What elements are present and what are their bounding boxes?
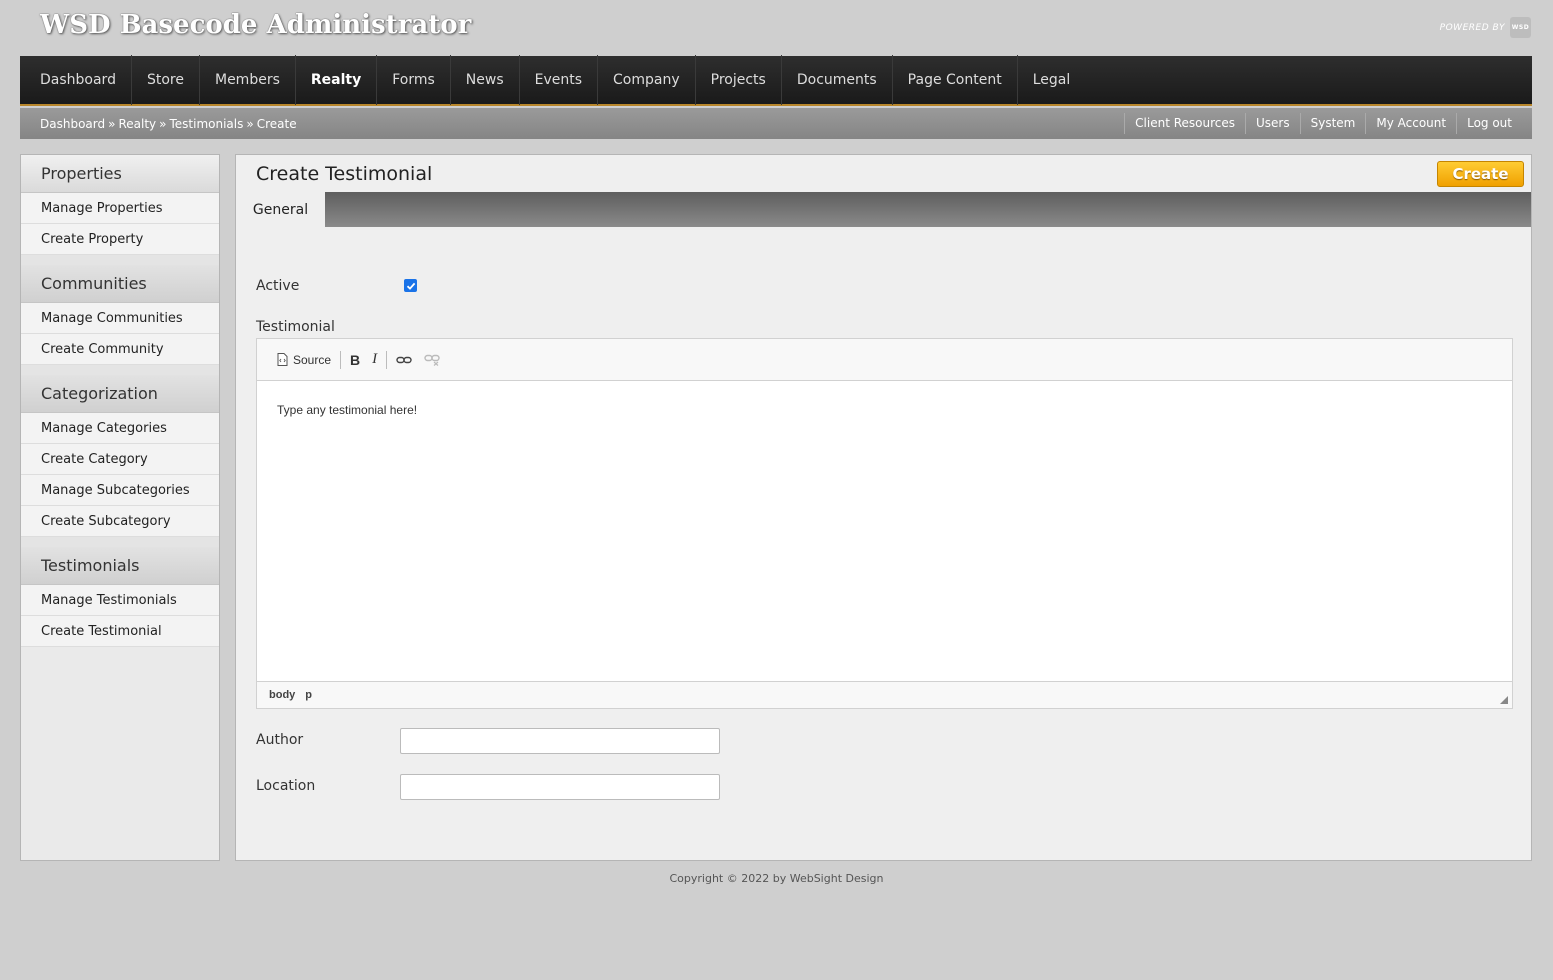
system-link[interactable]: System xyxy=(1299,113,1366,134)
nav-item-company[interactable]: Company xyxy=(598,55,696,105)
sidebar-heading-categorization: Categorization xyxy=(21,375,219,413)
sidebar-item-create-property[interactable]: Create Property xyxy=(21,224,219,255)
sidebar-item-manage-subcategories[interactable]: Manage Subcategories xyxy=(21,475,219,506)
page-title: Create Testimonial xyxy=(256,163,433,185)
sidebar-item-manage-communities[interactable]: Manage Communities xyxy=(21,303,219,334)
sidebar-item-manage-testimonials[interactable]: Manage Testimonials xyxy=(21,585,219,616)
unlink-icon xyxy=(424,354,440,366)
sidebar-item-manage-categories[interactable]: Manage Categories xyxy=(21,413,219,444)
nav-item-news[interactable]: News xyxy=(451,55,520,105)
editor-status-bar: body p xyxy=(257,681,1512,708)
toolbar-separator xyxy=(386,350,388,369)
sidebar-heading-testimonials: Testimonials xyxy=(21,547,219,585)
nav-item-projects[interactable]: Projects xyxy=(696,55,782,105)
element-path-body[interactable]: body xyxy=(269,689,295,701)
wsd-logo-icon[interactable]: WSD xyxy=(1510,17,1531,38)
breadcrumb-create: Create xyxy=(256,116,297,131)
tab-bar: General xyxy=(236,192,1531,227)
breadcrumb: Dashboard» Realty» Testimonials» Create xyxy=(40,117,297,131)
sidebar-item-create-category[interactable]: Create Category xyxy=(21,444,219,475)
nav-item-page-content[interactable]: Page Content xyxy=(893,55,1018,105)
sidebar-divider xyxy=(21,537,219,547)
main-panel: Create Testimonial Create General Active… xyxy=(235,154,1532,861)
breadcrumb-dashboard[interactable]: Dashboard xyxy=(40,117,105,131)
rich-text-editor: Source B I Type any testimonial here! bo… xyxy=(256,338,1513,709)
resize-handle[interactable] xyxy=(1500,696,1508,704)
sidebar-item-create-community[interactable]: Create Community xyxy=(21,334,219,365)
sidebar-heading-communities: Communities xyxy=(21,265,219,303)
sidebar-item-manage-properties[interactable]: Manage Properties xyxy=(21,193,219,224)
breadcrumb-separator: » xyxy=(246,116,254,131)
checkmark-icon xyxy=(406,282,415,290)
sidebar-divider xyxy=(21,255,219,265)
editor-toolbar: Source B I xyxy=(257,339,1512,381)
sidebar: Properties Manage Properties Create Prop… xyxy=(20,154,220,861)
author-label: Author xyxy=(256,732,304,748)
breadcrumb-separator: » xyxy=(108,116,116,131)
footer-copyright: Copyright © 2022 by WebSight Design xyxy=(669,872,884,885)
active-checkbox[interactable] xyxy=(404,279,417,292)
utility-links: Client Resources Users System My Account… xyxy=(1124,108,1512,139)
sidebar-item-create-testimonial[interactable]: Create Testimonial xyxy=(21,616,219,647)
bold-button[interactable]: B xyxy=(344,348,366,372)
active-label: Active xyxy=(256,278,300,294)
location-field[interactable] xyxy=(400,774,720,800)
source-button[interactable]: Source xyxy=(271,348,337,372)
nav-item-members[interactable]: Members xyxy=(200,55,296,105)
powered-by: POWERED BY WSD xyxy=(1440,17,1531,38)
nav-item-dashboard[interactable]: Dashboard xyxy=(25,55,132,105)
tab-general[interactable]: General xyxy=(236,192,325,227)
testimonial-label: Testimonial xyxy=(256,319,335,335)
nav-item-store[interactable]: Store xyxy=(132,55,200,105)
italic-button[interactable]: I xyxy=(366,348,383,372)
source-label: Source xyxy=(293,352,332,367)
nav-item-events[interactable]: Events xyxy=(520,55,599,105)
powered-by-label: POWERED BY xyxy=(1439,22,1505,33)
nav-item-legal[interactable]: Legal xyxy=(1018,55,1086,105)
editor-content[interactable]: Type any testimonial here! xyxy=(257,381,1512,681)
users-link[interactable]: Users xyxy=(1245,113,1300,134)
breadcrumb-realty[interactable]: Realty xyxy=(118,117,156,131)
link-button[interactable] xyxy=(390,348,418,372)
link-icon xyxy=(396,356,412,363)
my-account-link[interactable]: My Account xyxy=(1365,113,1456,134)
location-label: Location xyxy=(256,778,316,794)
breadcrumb-testimonials[interactable]: Testimonials xyxy=(169,117,243,131)
source-icon xyxy=(277,353,288,366)
sidebar-divider xyxy=(21,365,219,375)
toolbar-separator xyxy=(340,350,342,369)
create-button[interactable]: Create xyxy=(1437,161,1524,187)
author-field[interactable] xyxy=(400,728,720,754)
sub-bar: Dashboard» Realty» Testimonials» Create Cli… xyxy=(20,108,1532,139)
breadcrumb-separator: » xyxy=(159,116,167,131)
nav-item-forms[interactable]: Forms xyxy=(377,55,451,105)
unlink-button[interactable] xyxy=(418,348,446,372)
main-nav: Dashboard Store Members Realty Forms New… xyxy=(20,55,1532,106)
nav-item-documents[interactable]: Documents xyxy=(782,55,893,105)
element-path-p[interactable]: p xyxy=(305,689,312,701)
sidebar-item-create-subcategory[interactable]: Create Subcategory xyxy=(21,506,219,537)
logout-link[interactable]: Log out xyxy=(1456,113,1512,134)
app-title: WSD Basecode Administrator xyxy=(40,10,472,40)
nav-item-realty[interactable]: Realty xyxy=(296,55,378,105)
sidebar-heading-properties: Properties xyxy=(21,155,219,193)
client-resources-link[interactable]: Client Resources xyxy=(1124,113,1245,134)
